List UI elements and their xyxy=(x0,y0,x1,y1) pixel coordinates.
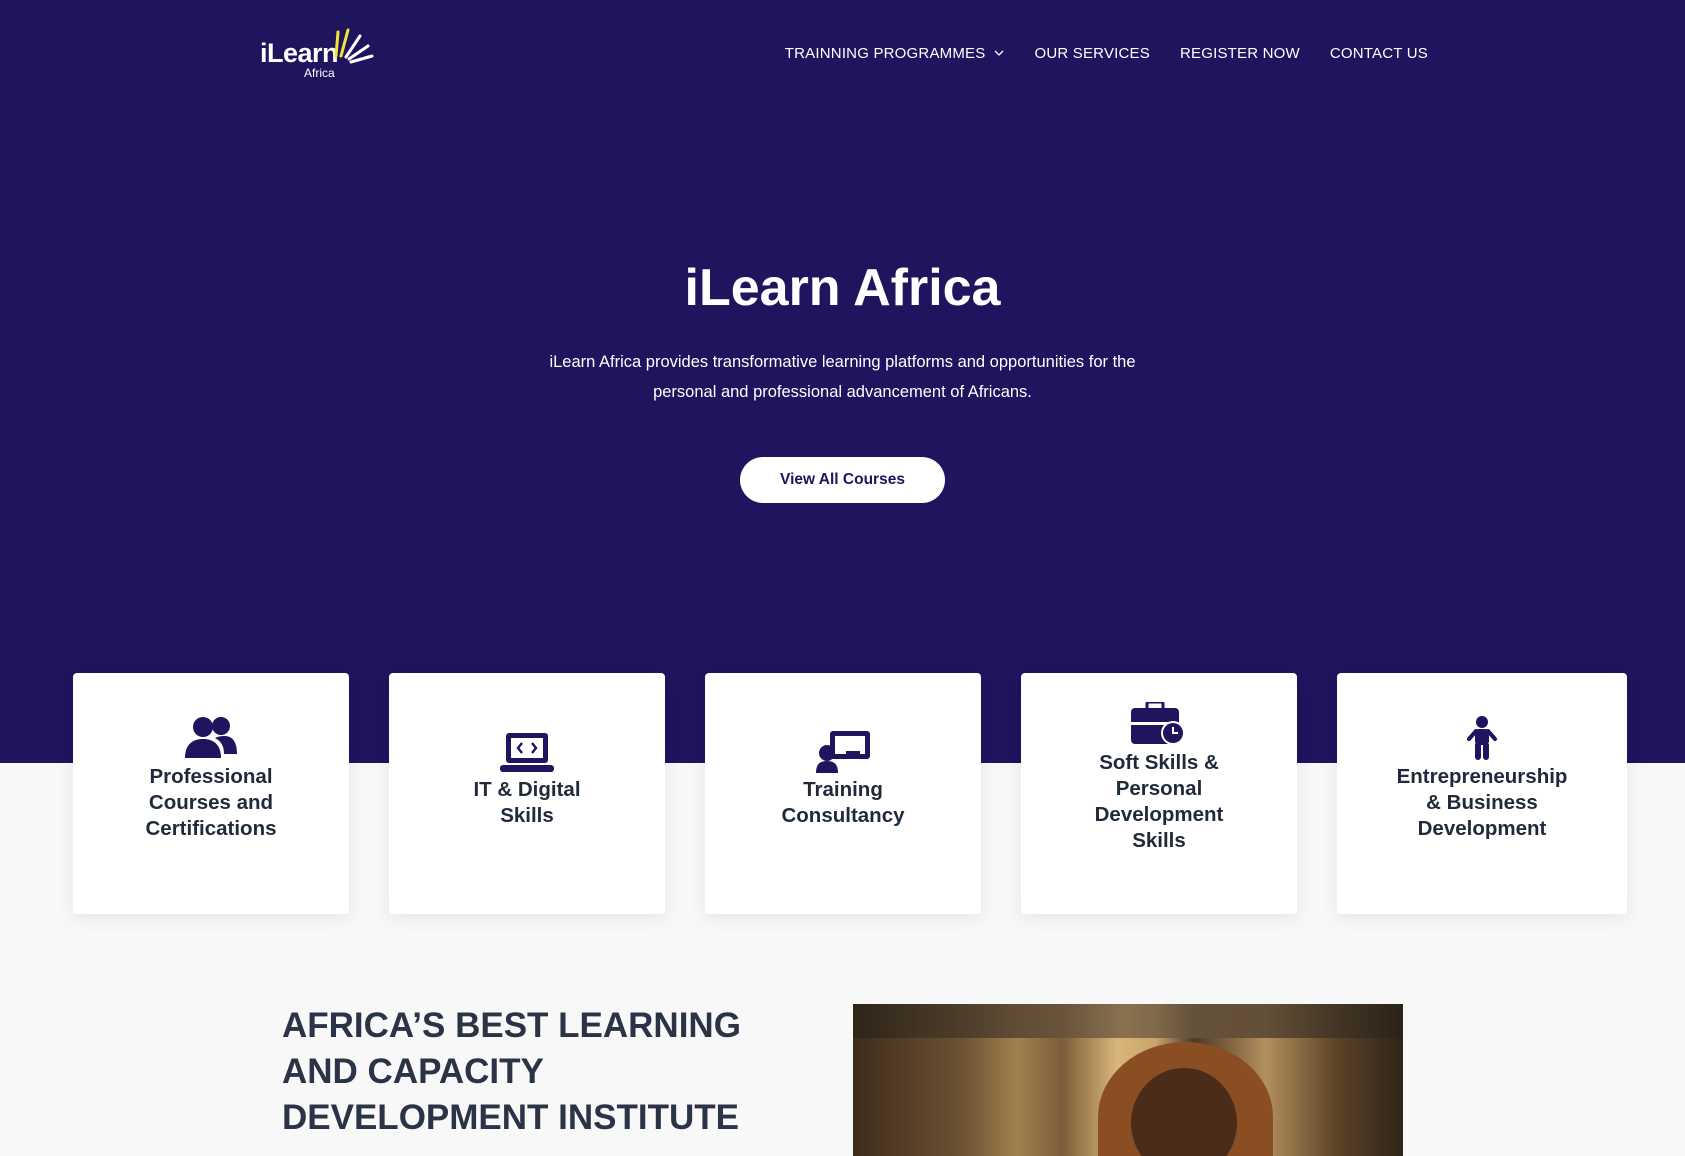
service-card-professional-courses[interactable]: Professional Courses and Certifications xyxy=(73,673,349,914)
chalkboard-teacher-icon xyxy=(816,727,870,773)
photo-background xyxy=(853,1004,1403,1038)
service-label: Entrepreneurship & Business Development xyxy=(1396,765,1568,840)
nav-label: CONTACT US xyxy=(1329,45,1428,62)
service-label: Professional Courses and Certifications xyxy=(145,765,277,840)
student-photo xyxy=(853,1004,1403,1156)
nav-contact-us[interactable]: CONTACT US xyxy=(1330,45,1428,62)
child-icon xyxy=(1467,714,1497,760)
nav-label: TRAINNING PROGRAMMES xyxy=(784,45,986,62)
nav-our-services[interactable]: OUR SERVICES xyxy=(1034,45,1150,62)
logo-wordmark: iLearn xyxy=(260,38,339,68)
nav-label: OUR SERVICES xyxy=(1034,45,1150,62)
service-label: Soft Skills & Personal Development Skill… xyxy=(1094,751,1224,852)
service-card-entrepreneurship[interactable]: Entrepreneurship & Business Development xyxy=(1337,673,1627,914)
site-logo[interactable]: iLearn Africa xyxy=(260,26,374,82)
business-time-icon xyxy=(1131,700,1187,746)
hero-description: iLearn Africa provides transformative le… xyxy=(549,353,1136,401)
about-heading: AFRICA’S BEST LEARNING AND CAPACITY DEVE… xyxy=(282,1006,741,1137)
service-card-it-digital-skills[interactable]: IT & Digital Skills xyxy=(389,673,665,914)
nav-training-programmes[interactable]: TRAINNING PROGRAMMES xyxy=(785,45,1005,62)
view-all-courses-button[interactable]: View All Courses xyxy=(740,457,945,503)
service-card-training-consultancy[interactable]: Training Consultancy xyxy=(705,673,981,914)
nav-register-now[interactable]: REGISTER NOW xyxy=(1180,45,1300,62)
nav-label: REGISTER NOW xyxy=(1179,45,1300,62)
logo-subtitle: Africa xyxy=(304,66,335,80)
users-icon xyxy=(185,714,237,760)
service-card-soft-skills[interactable]: Soft Skills & Personal Development Skill… xyxy=(1021,673,1297,914)
sunburst-icon xyxy=(334,28,374,64)
laptop-code-icon xyxy=(500,727,554,773)
service-label: IT & Digital Skills xyxy=(473,778,581,827)
service-label: Training Consultancy xyxy=(781,778,905,827)
chevron-down-icon xyxy=(995,50,1004,56)
main-nav: TRAINNING PROGRAMMES OUR SERVICES REGIST… xyxy=(755,45,1428,62)
hero-title: iLearn Africa xyxy=(684,259,1001,317)
hero-section: iLearn Africa TRAINNING PROGRAMMES OUR S… xyxy=(0,0,1685,763)
